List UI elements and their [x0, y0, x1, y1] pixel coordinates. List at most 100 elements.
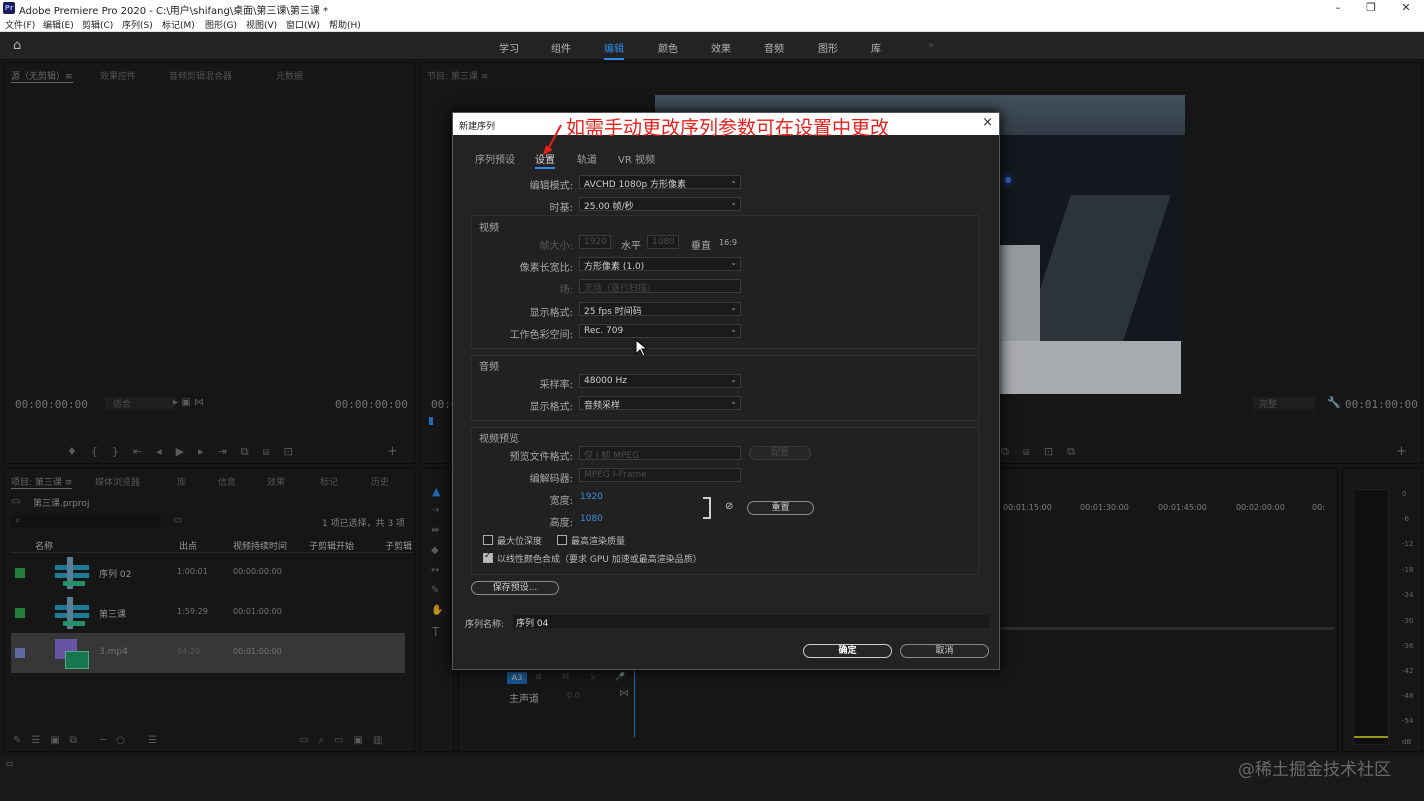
display-format-value: 25 fps 时间码 [584, 307, 642, 317]
menu-window[interactable]: 窗口(W) [286, 18, 320, 31]
codec-select[interactable]: MPEG I-Frame [579, 468, 741, 482]
link-bracket [703, 497, 711, 519]
audio-display-format-label: 显示格式: [529, 402, 573, 413]
linear-color-checkbox[interactable] [483, 551, 493, 563]
ok-button[interactable]: 确定 [803, 644, 892, 658]
maximize-icon[interactable]: ❐ [1357, 1, 1385, 14]
edit-mode-value: AVCHD 1080p 方形像素 [584, 180, 687, 190]
color-space-value: Rec. 709 [584, 326, 624, 336]
width-label: 宽度: [549, 496, 573, 507]
audio-display-format-select[interactable]: 音频采样 ⌄ [579, 396, 741, 411]
preview-format-select[interactable]: 仅 I 帧 MPEG [579, 446, 741, 461]
video-preview-title: 视频预览 [479, 434, 519, 445]
width-value[interactable]: 1920 [580, 492, 603, 502]
timebase-select[interactable]: 25.00 帧/秒 ⌄ [579, 197, 741, 212]
codec-label: 编解码器: [529, 474, 573, 485]
video-section-title: 视频 [479, 223, 499, 234]
sequence-name-input[interactable]: 序列 04 [513, 615, 989, 629]
max-render-quality-checkbox[interactable] [557, 535, 567, 545]
menu-marker[interactable]: 标记(M) [162, 18, 195, 31]
cancel-button[interactable]: 取消 [900, 644, 989, 658]
pixel-aspect-value: 方形像素 (1.0) [584, 262, 645, 272]
frame-size-label: 帧大小: [539, 241, 573, 252]
chevron-down-icon: ⌄ [730, 325, 737, 334]
chevron-down-icon: ⌄ [730, 397, 737, 406]
dialog-title: 新建序列 [459, 122, 496, 132]
new-sequence-dialog: 新建序列 × 如需手动更改序列参数可在设置中更改 序列预设 设置 轨道 VR 视… [452, 112, 1000, 670]
preview-config-button[interactable]: 配置 [749, 446, 811, 460]
reset-button[interactable]: 重置 [747, 501, 814, 515]
pixel-aspect-label: 像素长宽比: [519, 263, 573, 274]
frame-width-input[interactable]: 1920 [579, 235, 611, 249]
sample-rate-select[interactable]: 48000 Hz ⌄ [579, 374, 741, 388]
menu-edit[interactable]: 编辑(E) [43, 18, 74, 31]
max-bit-depth-checkbox[interactable] [483, 535, 493, 545]
audio-section-title: 音频 [479, 362, 499, 373]
workspace-graphics[interactable]: 图形 [818, 40, 838, 55]
height-value[interactable]: 1080 [580, 514, 603, 524]
color-space-label: 工作色彩空间: [509, 330, 573, 341]
linear-color-label: 以线性颜色合成（要求 GPU 加速或最高渲染品质） [497, 555, 702, 565]
height-label: 高度: [549, 518, 573, 529]
tab-vr-video[interactable]: VR 视频 [618, 151, 655, 166]
workspace-libraries[interactable]: 库 [871, 40, 881, 55]
workspace-editing[interactable]: 编辑 [604, 40, 624, 60]
menu-bar: 文件(F) 编辑(E) 剪辑(C) 序列(S) 标记(M) 图形(G) 视图(V… [0, 17, 1424, 32]
status-bar: ▭ @稀土掘金技术社区 [0, 757, 1424, 801]
window-title: Adobe Premiere Pro 2020 - C:\用户\shifang\… [19, 6, 329, 17]
frame-height-input[interactable]: 1080 [647, 235, 679, 249]
chevron-down-icon: ⌄ [730, 303, 737, 312]
tab-settings[interactable]: 设置 [535, 151, 555, 169]
sample-rate-value: 48000 Hz [584, 376, 627, 386]
minimize-icon[interactable]: – [1324, 1, 1352, 14]
sample-rate-label: 采样率: [539, 380, 573, 391]
menu-help[interactable]: 帮助(H) [329, 18, 361, 31]
chevron-down-icon: ⌄ [730, 198, 737, 207]
max-bit-depth-label: 最大位深度 [497, 537, 543, 547]
chevron-down-icon: ⌄ [730, 258, 737, 267]
dialog-close-icon[interactable]: × [982, 115, 993, 130]
workspace-more-icon[interactable]: » [928, 40, 934, 51]
link-icon[interactable]: ⊘ [725, 501, 733, 512]
title-bar: Pr Adobe Premiere Pro 2020 - C:\用户\shifa… [0, 0, 1424, 17]
workspace-effects[interactable]: 效果 [711, 40, 731, 55]
horizontal-label: 水平 [621, 241, 641, 252]
field-label: 场: [559, 285, 573, 296]
workspace-color[interactable]: 颜色 [658, 40, 678, 55]
annotation-text: 如需手动更改序列参数可在设置中更改 [566, 117, 890, 139]
save-preset-button[interactable]: 保存预设... [471, 581, 559, 595]
sequence-name-label: 序列名称: [465, 620, 505, 630]
preview-format-label: 预览文件格式: [509, 452, 573, 463]
workspace-bar: ⌂ 学习 组件 编辑 颜色 效果 音频 图形 库 » [0, 32, 1424, 60]
display-format-label: 显示格式: [529, 308, 573, 319]
menu-sequence[interactable]: 序列(S) [122, 18, 153, 31]
workspace-learn[interactable]: 学习 [499, 40, 519, 55]
premiere-logo-icon: Pr [3, 2, 15, 14]
status-indicator-icon: ▭ [6, 759, 14, 768]
edit-mode-label: 编辑模式: [529, 181, 573, 192]
watermark: @稀土掘金技术社区 [1238, 760, 1391, 780]
audio-display-format-value: 音频采样 [584, 401, 621, 411]
display-format-select[interactable]: 25 fps 时间码 ⌄ [579, 302, 741, 317]
menu-clip[interactable]: 剪辑(C) [82, 18, 113, 31]
menu-view[interactable]: 视图(V) [246, 18, 277, 31]
field-select[interactable]: 无场（逐行扫描） [579, 279, 741, 294]
pixel-aspect-select[interactable]: 方形像素 (1.0) ⌄ [579, 257, 741, 272]
edit-mode-select[interactable]: AVCHD 1080p 方形像素 ⌄ [579, 175, 741, 190]
timebase-value: 25.00 帧/秒 [584, 202, 634, 212]
chevron-down-icon: ⌄ [730, 176, 737, 185]
tab-sequence-presets[interactable]: 序列预设 [475, 151, 515, 166]
tab-tracks[interactable]: 轨道 [577, 151, 597, 166]
chevron-down-icon: ⌄ [730, 375, 737, 384]
menu-graphics[interactable]: 图形(G) [205, 18, 237, 31]
vertical-label: 垂直 [691, 241, 711, 252]
workspace-audio[interactable]: 音频 [764, 40, 784, 55]
timebase-label: 时基: [549, 203, 573, 214]
color-space-select[interactable]: Rec. 709 ⌄ [579, 324, 741, 338]
max-render-quality-label: 最高渲染质量 [571, 537, 626, 547]
workspace-assembly[interactable]: 组件 [551, 40, 571, 55]
close-icon[interactable]: ✕ [1392, 1, 1420, 14]
home-icon[interactable]: ⌂ [13, 38, 21, 53]
menu-file[interactable]: 文件(F) [5, 18, 35, 31]
aspect-ratio-label: 16:9 [719, 238, 737, 247]
